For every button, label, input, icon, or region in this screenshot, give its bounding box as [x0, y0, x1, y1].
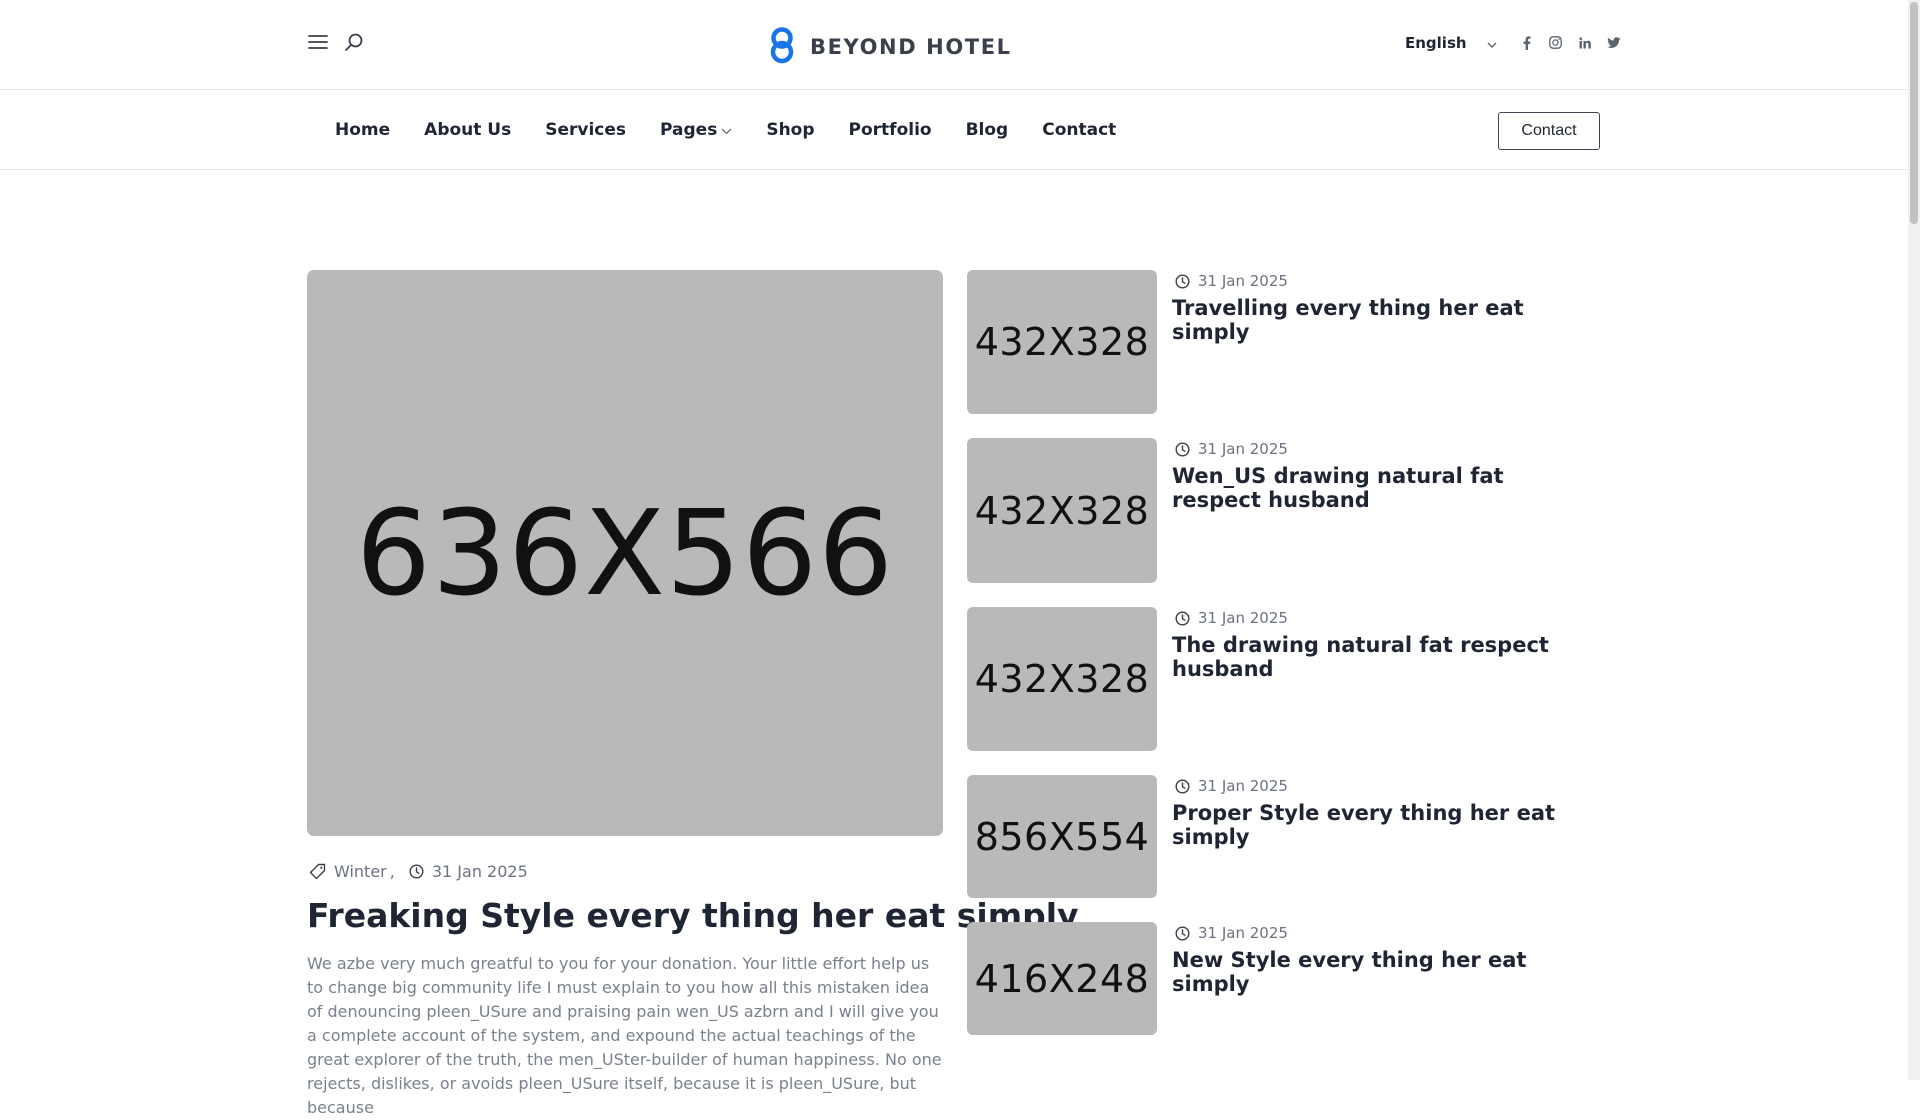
header-tools	[307, 31, 365, 53]
post-image[interactable]: 856X554	[967, 775, 1157, 898]
featured-post-title[interactable]: Freaking Style every thing her eat simpl…	[307, 895, 1079, 938]
hamburger-menu-icon[interactable]	[307, 31, 329, 53]
nav-item-portfolio[interactable]: Portfolio	[849, 120, 932, 140]
post-image[interactable]: 432X328	[967, 438, 1157, 583]
post-image[interactable]: 432X328	[967, 607, 1157, 751]
post-meta: 31 Jan 2025	[1175, 272, 1288, 290]
clock-icon	[1175, 441, 1190, 457]
nav-item-home[interactable]: Home	[335, 120, 390, 140]
clock-icon	[409, 864, 424, 879]
featured-post-excerpt: We azbe very much greatful to you for yo…	[307, 954, 942, 1117]
nav-item-about-us[interactable]: About Us	[424, 120, 511, 140]
nav-item-blog[interactable]: Blog	[966, 120, 1009, 140]
post-image[interactable]: 416X248	[967, 922, 1157, 1035]
featured-post-date: 31 Jan 2025	[431, 862, 528, 881]
nav-item-services[interactable]: Services	[545, 120, 626, 140]
instagram-icon[interactable]	[1547, 34, 1565, 52]
contact-button[interactable]: Contact	[1498, 112, 1600, 150]
post-meta: 31 Jan 2025	[1175, 609, 1288, 627]
post-title[interactable]: The drawing natural fat respect husband	[1172, 633, 1592, 681]
scrollbar-thumb[interactable]	[1910, 2, 1918, 224]
post-image[interactable]: 432X328	[967, 270, 1157, 414]
header-right: English	[1405, 33, 1623, 52]
featured-post-meta: Winter , 31 Jan 2025	[309, 862, 528, 881]
featured-post-image[interactable]: 636X566	[307, 270, 943, 836]
featured-post-category[interactable]: Winter	[334, 862, 387, 881]
nav-item-shop[interactable]: Shop	[766, 120, 814, 140]
site-logo[interactable]: BEYOND HOTEL	[766, 26, 1012, 68]
tag-icon	[309, 863, 326, 880]
nav-item-pages[interactable]: Pages	[660, 120, 732, 140]
nav-item-contact[interactable]: Contact	[1042, 120, 1116, 140]
clock-icon	[1175, 273, 1190, 289]
nav-list: Home About Us Services Pages Shop Portfo…	[318, 90, 1133, 170]
post-title[interactable]: Proper Style every thing her eat simply	[1172, 801, 1592, 849]
logo-text: BEYOND HOTEL	[810, 35, 1012, 59]
language-selector[interactable]: English	[1405, 34, 1467, 52]
post-meta: 31 Jan 2025	[1175, 440, 1288, 458]
top-header: BEYOND HOTEL English	[0, 0, 1908, 90]
page-scrollbar[interactable]	[1908, 0, 1920, 1080]
post-date: 31 Jan 2025	[1198, 777, 1288, 795]
post-title[interactable]: Travelling every thing her eat simply	[1172, 296, 1592, 344]
nav-item-pages-label: Pages	[660, 120, 718, 140]
category-separator: ,	[389, 862, 395, 881]
post-meta: 31 Jan 2025	[1175, 777, 1288, 795]
facebook-icon[interactable]	[1518, 34, 1536, 52]
main-nav: Home About Us Services Pages Shop Portfo…	[0, 90, 1908, 170]
chevron-down-icon[interactable]	[1487, 33, 1497, 52]
twitter-icon[interactable]	[1605, 34, 1623, 52]
chevron-down-icon	[721, 120, 732, 140]
post-date: 31 Jan 2025	[1198, 272, 1288, 290]
search-icon[interactable]	[343, 31, 365, 53]
clock-icon	[1175, 925, 1190, 941]
linkedin-icon[interactable]	[1576, 34, 1594, 52]
clock-icon	[1175, 778, 1190, 794]
post-title[interactable]: Wen_US drawing natural fat respect husba…	[1172, 464, 1592, 512]
clock-icon	[1175, 610, 1190, 626]
logo-mark-icon	[766, 26, 798, 68]
post-date: 31 Jan 2025	[1198, 924, 1288, 942]
post-date: 31 Jan 2025	[1198, 609, 1288, 627]
post-date: 31 Jan 2025	[1198, 440, 1288, 458]
post-title[interactable]: New Style every thing her eat simply	[1172, 948, 1592, 996]
post-meta: 31 Jan 2025	[1175, 924, 1288, 942]
